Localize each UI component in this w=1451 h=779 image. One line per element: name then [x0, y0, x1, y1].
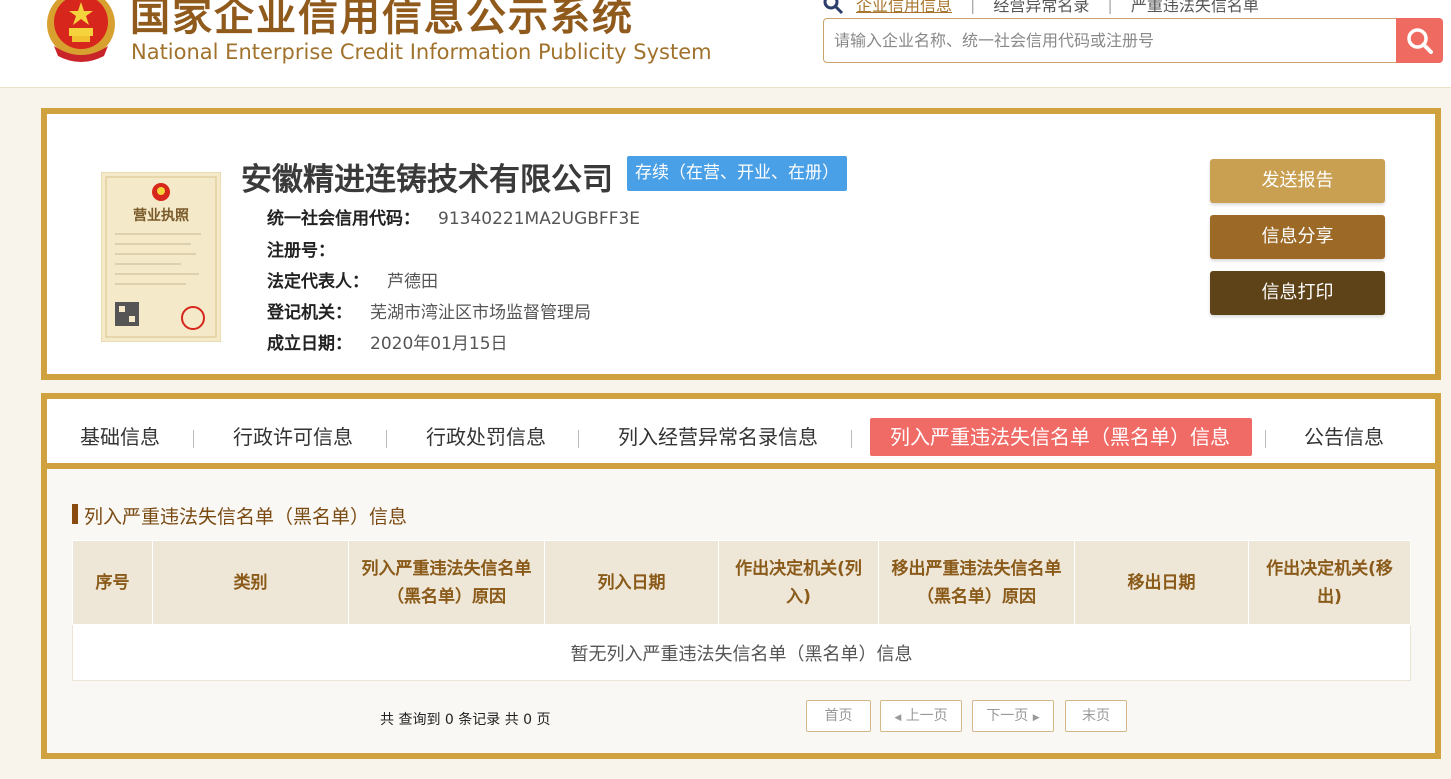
section-title: 列入严重违法失信名单（黑名单）信息	[72, 502, 407, 529]
col-header-remove-date: 移出日期	[1074, 540, 1249, 625]
tab-basic-info[interactable]: 基础信息	[80, 418, 160, 456]
legal-rep-value: 芦德田	[387, 272, 438, 292]
reg-authority-value: 芜湖市湾沚区市场监督管理局	[370, 303, 591, 323]
search-icon	[1406, 27, 1433, 54]
table-row: 暂无列入严重违法失信名单（黑名单）信息	[72, 624, 1411, 681]
link-enterprise-credit[interactable]: 企业信用信息	[856, 0, 952, 16]
blacklist-table: 序号 类别 列入严重违法失信名单（黑名单）原因 列入日期 作出决定机关(列入) …	[72, 540, 1411, 681]
send-report-button[interactable]: 发送报告	[1210, 159, 1385, 203]
col-header-remove-reason: 移出严重违法失信名单（黑名单）原因	[878, 540, 1075, 625]
link-separator: |	[970, 0, 976, 14]
link-abnormal-list[interactable]: 经营异常名录	[993, 0, 1089, 16]
triangle-right-icon: ▶	[1032, 713, 1040, 723]
site-header: 国家企业信用信息公示系统 National Enterprise Credit …	[0, 0, 1451, 88]
first-page-button[interactable]: 首页	[806, 700, 871, 732]
reg-no-label: 注册号：	[267, 241, 335, 261]
search-button[interactable]	[1396, 18, 1443, 63]
record-count: 共 查询到 0 条记录 共 0 页	[380, 712, 551, 728]
tab-admin-penalty[interactable]: 行政处罚信息	[426, 418, 546, 456]
tab-separator	[193, 430, 194, 448]
tab-separator	[578, 430, 579, 448]
tab-announcement[interactable]: 公告信息	[1304, 418, 1384, 456]
next-page-button[interactable]: 下一页 ▶	[972, 700, 1054, 732]
company-card: 营业执照 安徽精进连铸技术有限公司 存续（在营、开业、在册） 统一社会信用代码：…	[41, 108, 1441, 380]
business-license-image: 营业执照	[101, 172, 221, 342]
empty-message: 暂无列入严重违法失信名单（黑名单）信息	[72, 624, 1411, 681]
prev-page-label: 上一页	[905, 708, 948, 724]
triangle-left-icon: ◀	[894, 713, 902, 723]
detail-card: 基础信息 行政许可信息 行政处罚信息 列入经营异常名录信息 列入严重违法失信名单…	[41, 393, 1441, 759]
tab-abnormal-list[interactable]: 列入经营异常名录信息	[618, 418, 818, 456]
credit-code-value: 91340221MA2UGBFF3E	[438, 209, 641, 229]
status-badge: 存续（在营、开业、在册）	[627, 156, 847, 191]
next-page-label: 下一页	[986, 708, 1029, 724]
tab-separator	[851, 430, 852, 448]
info-reg-authority: 登记机关： 芜湖市湾沚区市场监督管理局	[267, 298, 591, 323]
table-header-row: 序号 类别 列入严重违法失信名单（黑名单）原因 列入日期 作出决定机关(列入) …	[72, 540, 1411, 625]
reg-authority-label: 登记机关：	[267, 303, 352, 323]
top-links: 企业信用信息 | 经营异常名录 | 严重违法失信名单	[822, 0, 1259, 15]
credit-code-label: 统一社会信用代码：	[267, 209, 420, 229]
info-est-date: 成立日期： 2020年01月15日	[267, 329, 508, 354]
print-info-button[interactable]: 信息打印	[1210, 271, 1385, 315]
tab-separator	[1265, 430, 1266, 448]
est-date-value: 2020年01月15日	[370, 334, 508, 354]
search-input[interactable]	[824, 19, 1394, 62]
link-blacklist[interactable]: 严重违法失信名单	[1131, 0, 1259, 16]
tab-separator	[386, 430, 387, 448]
col-header-list-reason: 列入严重违法失信名单（黑名单）原因	[348, 540, 545, 625]
site-title-cn: 国家企业信用信息公示系统	[130, 0, 634, 40]
tab-bar: 基础信息 行政许可信息 行政处罚信息 列入经营异常名录信息 列入严重违法失信名单…	[47, 399, 1435, 469]
info-reg-no: 注册号：	[267, 236, 353, 261]
site-title-en: National Enterprise Credit Information P…	[131, 40, 712, 64]
col-header-seq: 序号	[72, 540, 153, 625]
search-box	[823, 18, 1443, 63]
last-page-button[interactable]: 末页	[1065, 700, 1127, 732]
tab-admin-license[interactable]: 行政许可信息	[233, 418, 353, 456]
prev-page-button[interactable]: ◀ 上一页	[880, 700, 962, 732]
license-label: 营业执照	[133, 207, 189, 224]
magnifier-icon	[823, 0, 844, 15]
col-header-remove-authority: 作出决定机关(移出)	[1248, 540, 1411, 625]
company-name: 安徽精进连铸技术有限公司	[241, 162, 613, 198]
col-header-category: 类别	[152, 540, 349, 625]
share-info-button[interactable]: 信息分享	[1210, 215, 1385, 259]
tab-blacklist[interactable]: 列入严重违法失信名单（黑名单）信息	[870, 418, 1252, 456]
col-header-list-authority: 作出决定机关(列入)	[718, 540, 879, 625]
link-separator: |	[1107, 0, 1113, 14]
national-emblem-icon	[47, 0, 115, 62]
info-legal-rep: 法定代表人： 芦德田	[267, 267, 438, 292]
info-credit-code: 统一社会信用代码： 91340221MA2UGBFF3E	[267, 204, 640, 229]
tab-content: 列入严重违法失信名单（黑名单）信息 序号 类别 列入严重违法失信名单（黑名单）原…	[47, 469, 1435, 753]
col-header-list-date: 列入日期	[544, 540, 719, 625]
est-date-label: 成立日期：	[267, 334, 352, 354]
legal-rep-label: 法定代表人：	[267, 272, 369, 292]
